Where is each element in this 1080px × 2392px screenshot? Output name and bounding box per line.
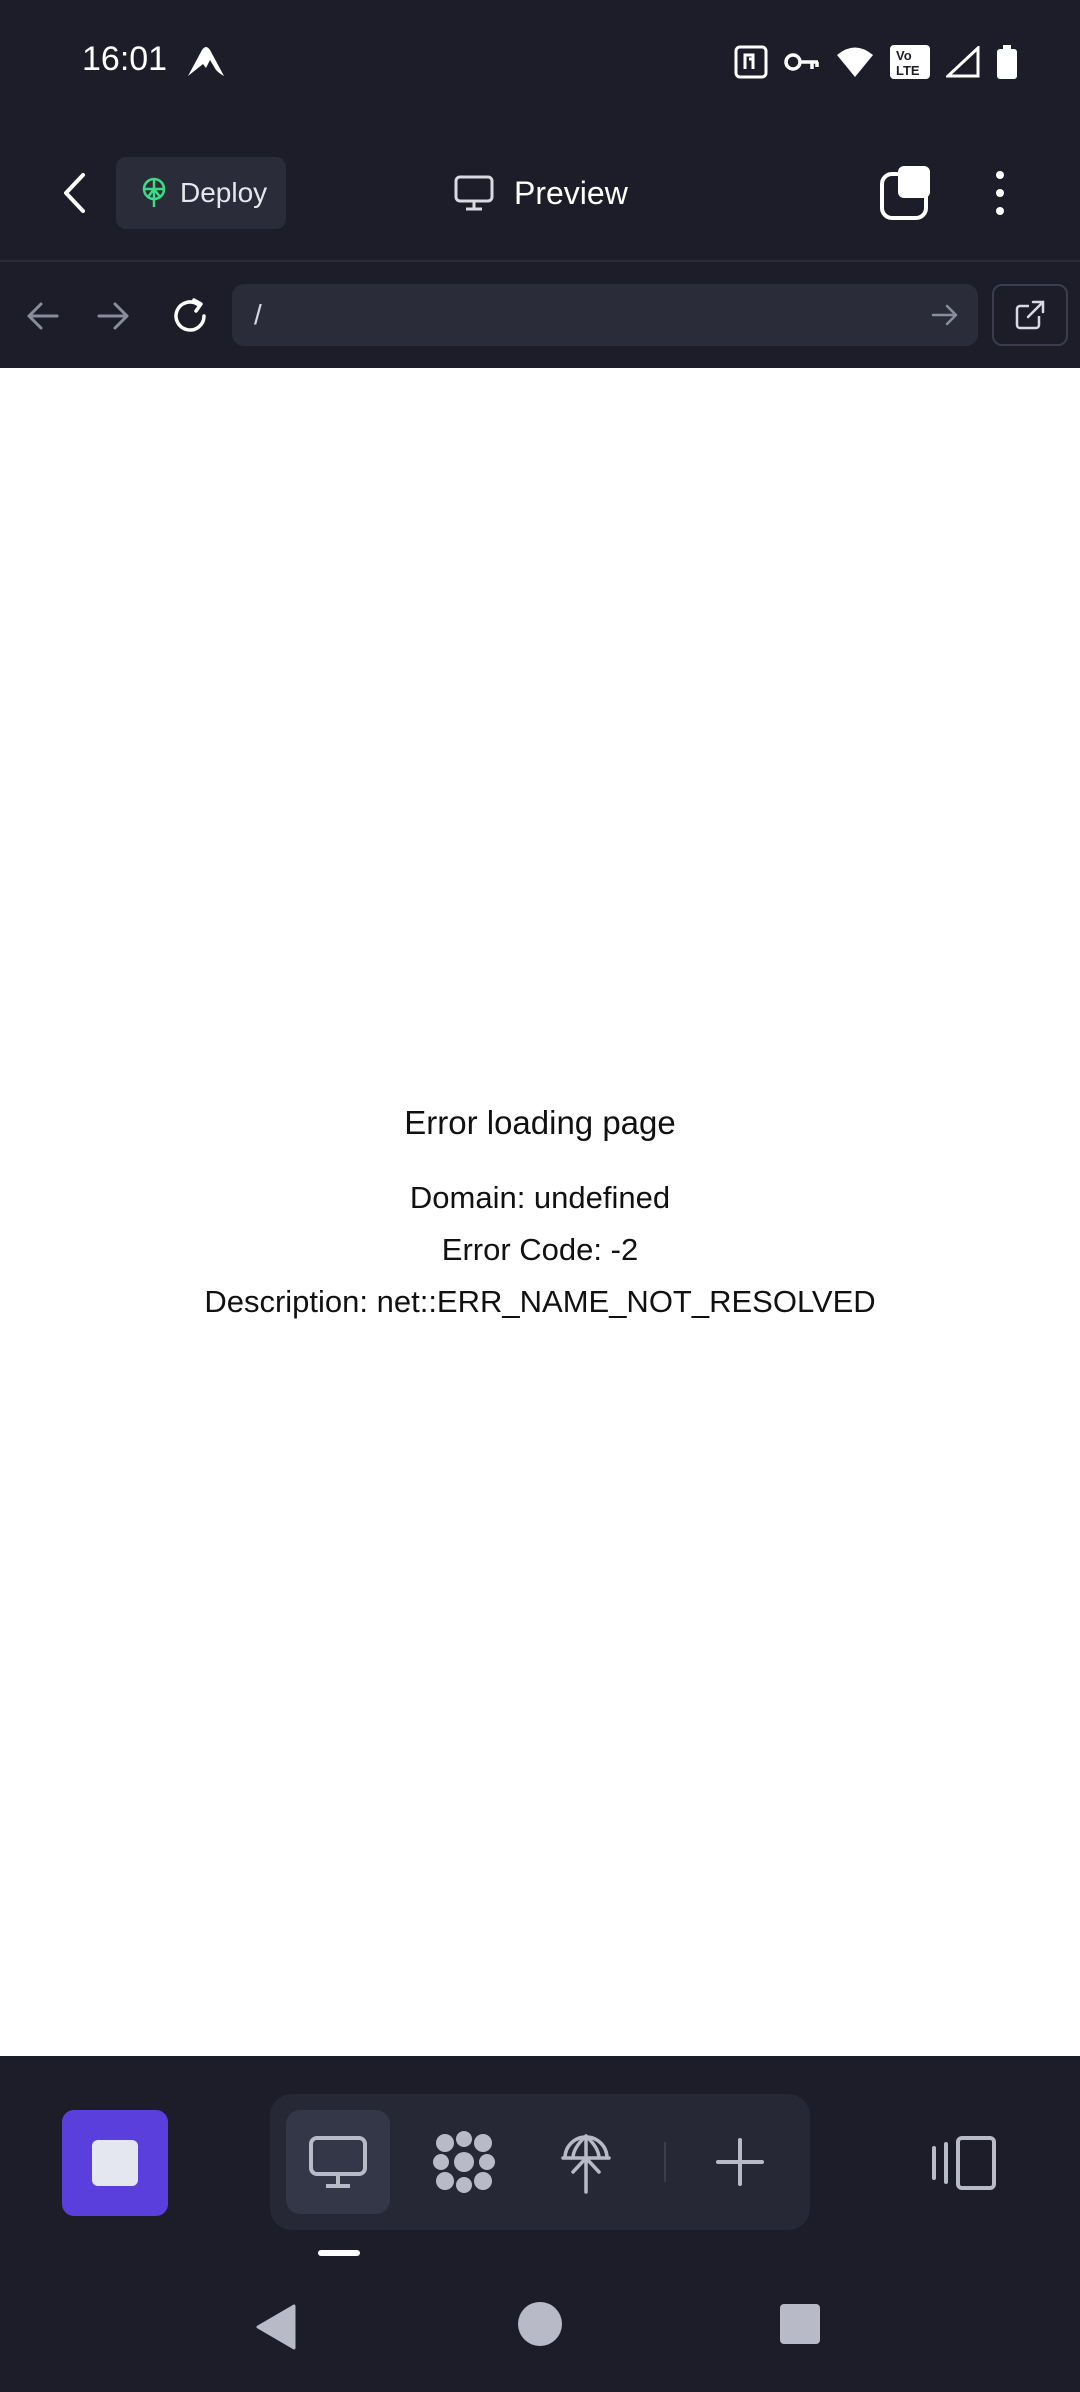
nordvpn-icon bbox=[184, 44, 228, 80]
chevron-left-icon bbox=[64, 173, 85, 213]
reload-button[interactable] bbox=[164, 290, 216, 342]
signal-icon bbox=[946, 46, 980, 78]
stop-button[interactable] bbox=[62, 2110, 168, 2216]
deploy-globe-icon bbox=[561, 2134, 611, 2194]
tool-deploy-button[interactable] bbox=[534, 2110, 638, 2214]
error-title: Error loading page bbox=[404, 1104, 676, 1141]
system-home-button[interactable] bbox=[518, 2302, 562, 2346]
status-time: 16:01 bbox=[82, 40, 168, 78]
tabs-icon bbox=[880, 166, 930, 220]
more-menu-button[interactable] bbox=[980, 164, 1020, 222]
plus-icon bbox=[716, 2138, 764, 2186]
status-icons: Vo LTE bbox=[734, 42, 1018, 82]
arrow-right-icon bbox=[931, 304, 958, 326]
more-vertical-icon bbox=[996, 171, 1004, 179]
browser-forward-button[interactable] bbox=[88, 290, 140, 342]
error-description: Description: net::ERR_NAME_NOT_RESOLVED bbox=[204, 1284, 876, 1319]
arrow-left-icon bbox=[27, 302, 59, 330]
browser-back-button[interactable] bbox=[16, 290, 68, 342]
tabs-button[interactable] bbox=[878, 164, 936, 222]
svg-text:Vo: Vo bbox=[896, 48, 912, 63]
replit-icon bbox=[433, 2131, 495, 2193]
stop-icon bbox=[92, 2140, 138, 2186]
volte-icon: Vo LTE bbox=[890, 45, 930, 79]
android-navigation-bar bbox=[0, 2266, 1080, 2392]
go-button[interactable] bbox=[930, 300, 960, 330]
error-domain: Domain: undefined bbox=[409, 1180, 671, 1215]
external-link-icon bbox=[1015, 300, 1045, 330]
system-recents-button[interactable] bbox=[780, 2304, 820, 2344]
battery-icon bbox=[996, 45, 1018, 79]
panel-toggle-icon bbox=[932, 2136, 996, 2190]
deploy-globe-icon bbox=[142, 177, 166, 207]
app-header: Deploy Preview bbox=[0, 124, 1080, 262]
tool-workspace-button[interactable] bbox=[412, 2110, 516, 2214]
preview-label: Preview bbox=[514, 174, 628, 211]
system-back-button[interactable] bbox=[254, 2304, 298, 2355]
arrow-right-icon bbox=[97, 302, 129, 330]
vpn-key-icon bbox=[784, 51, 820, 73]
deploy-label: Deploy bbox=[180, 177, 268, 208]
url-bar: / bbox=[0, 262, 1080, 368]
svg-text:LTE: LTE bbox=[896, 63, 920, 78]
preview-title: Preview bbox=[454, 166, 628, 220]
tool-divider bbox=[664, 2142, 666, 2182]
panel-toggle-button[interactable] bbox=[930, 2134, 998, 2192]
error-code: Error Code: -2 bbox=[441, 1232, 639, 1267]
open-external-button[interactable] bbox=[992, 284, 1068, 346]
deploy-button[interactable]: Deploy bbox=[116, 157, 286, 229]
monitor-icon bbox=[454, 175, 494, 211]
back-button[interactable] bbox=[48, 162, 100, 224]
active-tab-indicator bbox=[318, 2250, 360, 2256]
url-input[interactable]: / bbox=[232, 284, 978, 346]
reload-icon bbox=[174, 298, 206, 332]
monitor-icon bbox=[309, 2136, 367, 2188]
tool-add-button[interactable] bbox=[688, 2110, 792, 2214]
status-bar: 16:01 Vo LTE bbox=[0, 0, 1080, 124]
tool-group bbox=[270, 2094, 810, 2230]
wifi-icon bbox=[836, 46, 874, 78]
bottom-toolbar bbox=[0, 2056, 1080, 2266]
nfc-icon bbox=[734, 45, 768, 79]
triangle-back-icon bbox=[256, 2304, 296, 2350]
webview-content: Error loading page Domain: undefined Err… bbox=[0, 368, 1080, 2056]
url-value: / bbox=[254, 299, 262, 330]
tool-preview-button[interactable] bbox=[286, 2110, 390, 2214]
